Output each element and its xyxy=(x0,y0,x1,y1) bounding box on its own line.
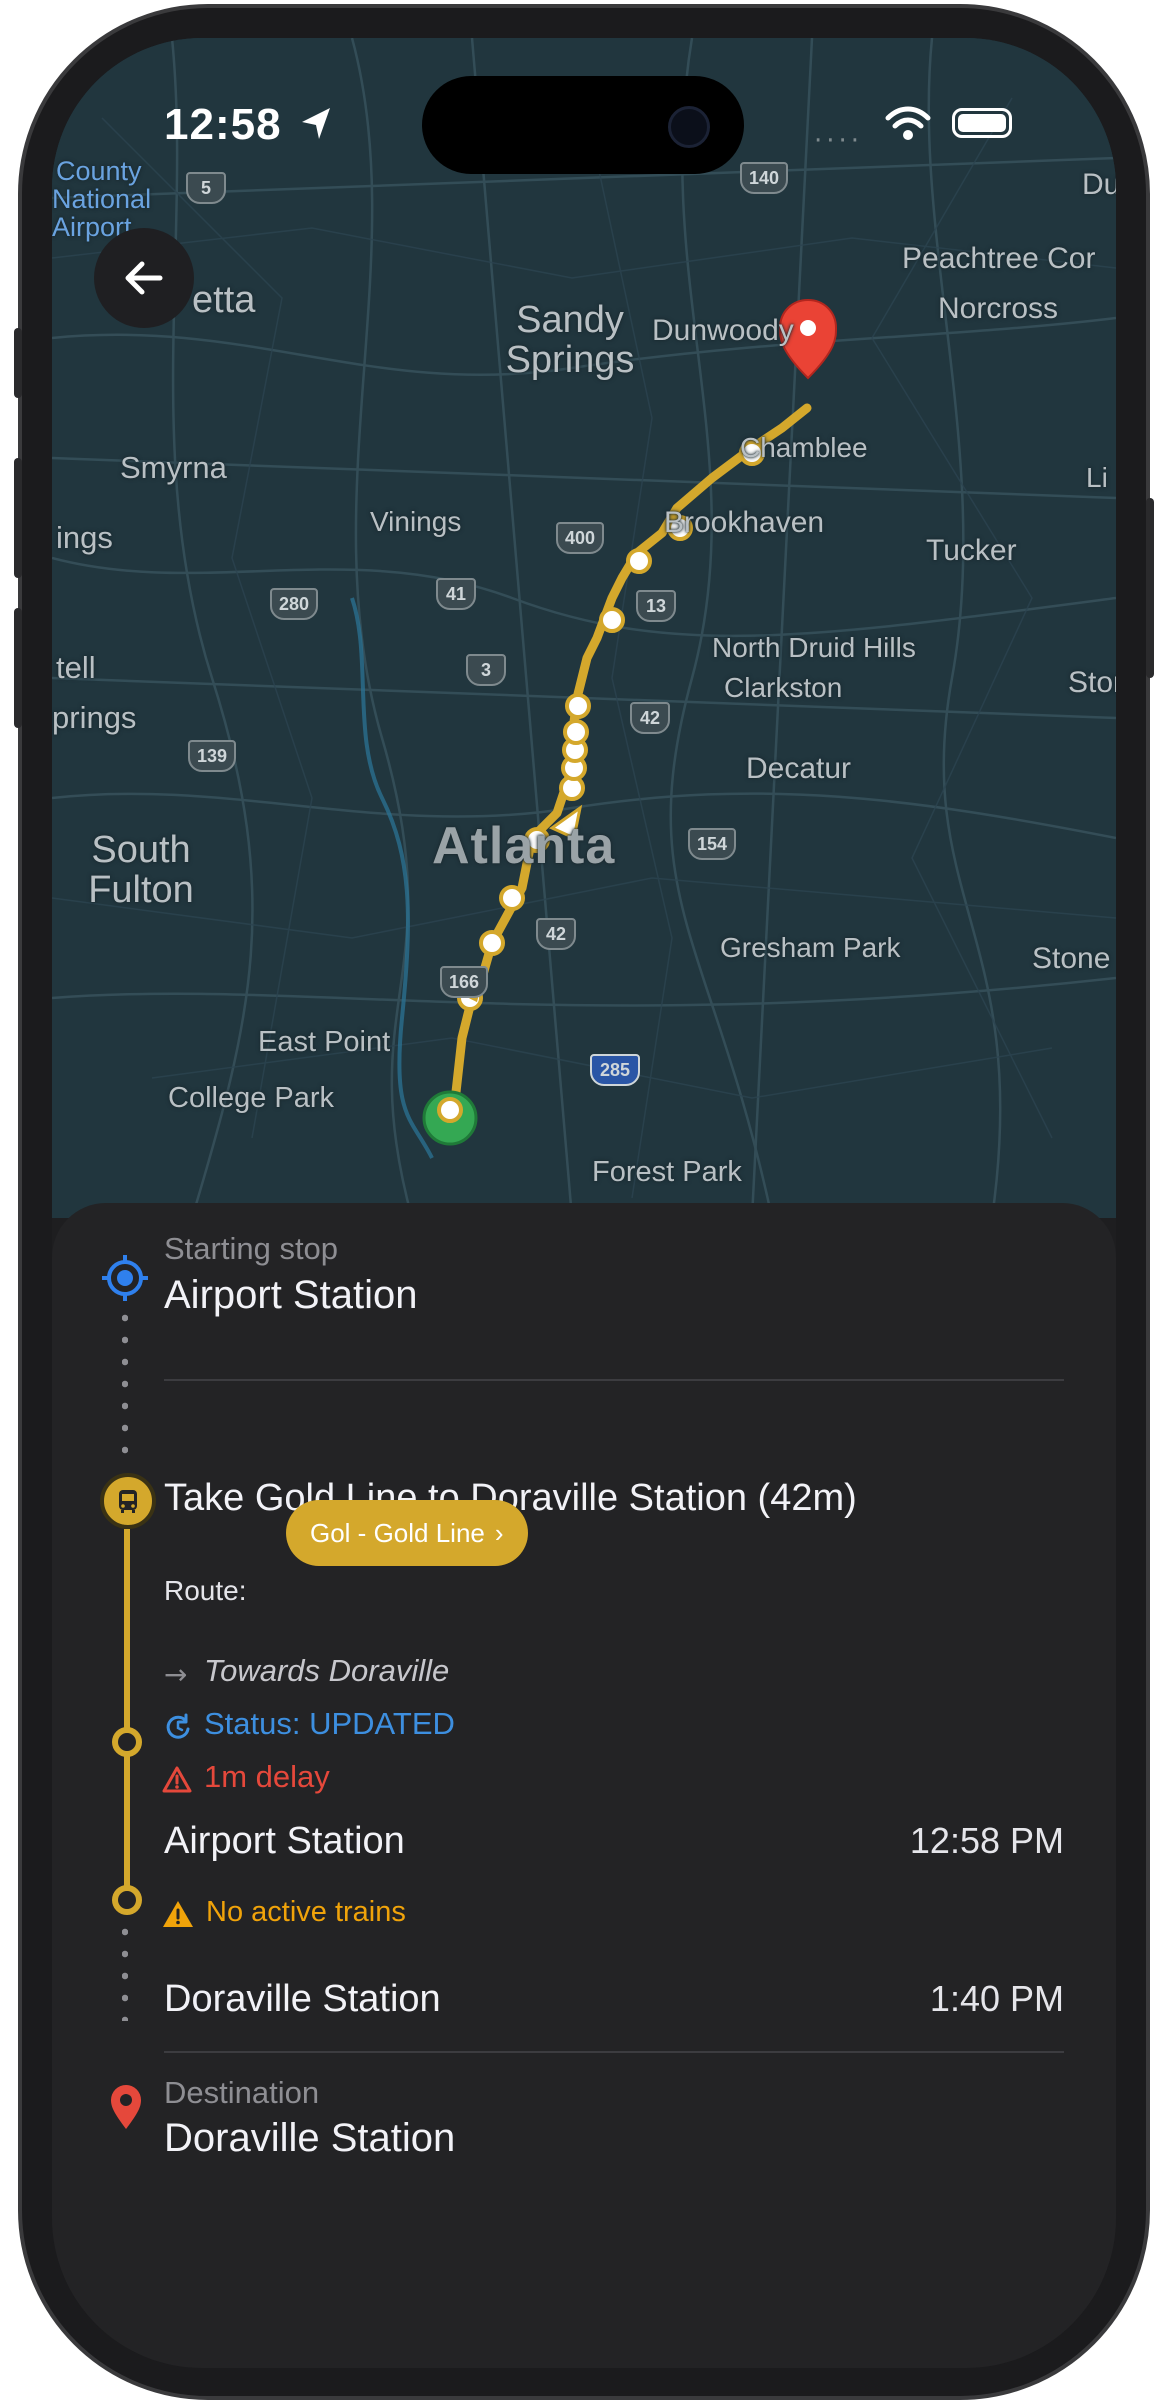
map-label-atlanta: Atlanta xyxy=(432,817,616,875)
highway-shield-166: 166 xyxy=(440,966,488,998)
highway-shield-41: 41 xyxy=(436,578,476,610)
arrow-left-icon xyxy=(125,261,163,295)
map-label-prings: prings xyxy=(52,700,137,735)
highway-shield-42-north: 42 xyxy=(630,702,670,734)
map-label-du: Du xyxy=(1082,168,1116,201)
map-label-stone-1: Stone xyxy=(1068,666,1116,699)
highway-shield-139: 139 xyxy=(188,740,236,772)
delay-text: 1m delay xyxy=(204,1759,330,1794)
map-label-gresham-park: Gresham Park xyxy=(720,932,901,963)
route-pill-label: Gol - Gold Line xyxy=(310,1517,485,1548)
dynamic-island xyxy=(422,76,744,174)
status-time: 12:58 xyxy=(164,100,282,149)
battery-icon xyxy=(952,108,1012,138)
divider-top xyxy=(164,1379,1064,1381)
gold-line-timeline xyxy=(124,1529,130,1909)
bus-icon xyxy=(119,1490,137,1513)
map-view[interactable]: County National Airport etta Sandy Sprin… xyxy=(52,38,1116,1218)
wifi-icon xyxy=(885,106,931,140)
map-label-chamblee: Chamblee xyxy=(740,432,868,463)
towards-direction: Towards Doraville xyxy=(204,1653,450,1688)
stop-time-airport: 12:58 PM xyxy=(909,1820,1064,1861)
no-active-trains-warning: No active trains xyxy=(206,1896,406,1928)
trip-details-sheet: Starting stop Airport Station Take Gold … xyxy=(52,1203,1116,2368)
map-label-brookhaven: Brookhaven xyxy=(664,506,825,539)
back-button[interactable] xyxy=(94,228,194,328)
start-location-icon xyxy=(102,1255,148,1301)
highway-shield-154: 154 xyxy=(688,828,736,860)
map-label-tell: tell xyxy=(56,650,96,685)
map-label-tucker: Tucker xyxy=(926,534,1017,567)
highway-shield-5: 5 xyxy=(186,172,226,204)
cellular-dots-icon: ···· xyxy=(814,126,864,156)
camera-icon xyxy=(668,106,710,148)
chevron-right-icon: › xyxy=(494,1517,504,1548)
destination-pin-icon xyxy=(111,2085,141,2129)
map-label-county: County xyxy=(56,156,142,186)
stop-marker-airport xyxy=(112,1727,142,1757)
highway-shield-3: 3 xyxy=(466,654,506,686)
stop-marker-doraville xyxy=(112,1885,142,1915)
map-label-stone-2: Stone xyxy=(1032,942,1111,975)
map-label-forest-park: Forest Park xyxy=(592,1156,742,1188)
map-label-norcross: Norcross xyxy=(938,292,1059,325)
silent-switch xyxy=(14,328,22,398)
divider-bottom xyxy=(164,2051,1064,2053)
map-label-east-point: East Point xyxy=(258,1026,391,1058)
map-label-north-druid-hills: North Druid Hills xyxy=(712,632,916,663)
map-label-smyrna: Smyrna xyxy=(120,450,227,485)
map-label-etta: etta xyxy=(192,279,256,321)
starting-stop-name: Airport Station xyxy=(164,1273,418,1317)
transit-step-marker xyxy=(100,1473,156,1529)
highway-shield-400: 400 xyxy=(556,522,604,554)
destination-caption: Destination xyxy=(164,2075,320,2110)
refresh-status-icon xyxy=(166,1713,190,1739)
stop-time-doraville: 1:40 PM xyxy=(929,1978,1064,2019)
highway-shield-42-south: 42 xyxy=(536,918,576,950)
stop-name-doraville: Doraville Station xyxy=(164,1978,441,2020)
map-label-decatur: Decatur xyxy=(746,752,852,785)
power-button xyxy=(1146,498,1154,678)
map-label-sandy-springs: Sandy Springs xyxy=(505,299,635,381)
destination-name: Doraville Station xyxy=(164,2116,456,2160)
volume-up-button xyxy=(14,458,22,578)
walk-connector-bottom xyxy=(122,1921,128,2021)
map-label-college-park: College Park xyxy=(168,1082,335,1114)
route-pill-button[interactable]: Gol - Gold Line › xyxy=(286,1500,528,1566)
alert-triangle-icon xyxy=(162,1766,192,1793)
map-label-peachtree-corners: Peachtree Cor xyxy=(902,242,1096,275)
map-label-vinings: Vinings xyxy=(370,506,462,537)
highway-shield-13: 13 xyxy=(636,590,676,622)
map-label-national: National xyxy=(52,184,152,214)
walk-connector-top xyxy=(122,1307,128,1467)
volume-down-button xyxy=(14,608,22,728)
highway-shield-140: 140 xyxy=(740,162,788,194)
map-roads xyxy=(52,38,1116,1218)
map-label-clarkston: Clarkston xyxy=(724,672,843,703)
stop-name-airport: Airport Station xyxy=(164,1820,405,1862)
arrow-right-icon: → xyxy=(164,1658,188,1691)
highway-shield-280: 280 xyxy=(270,588,318,620)
starting-stop-caption: Starting stop xyxy=(164,1231,339,1266)
status-text: Status: UPDATED xyxy=(204,1706,455,1741)
map-label-south-fulton: South Fulton xyxy=(88,829,194,911)
warning-icon xyxy=(163,1901,193,1927)
map-label-ings: ings xyxy=(56,520,113,555)
map-label-li: Li xyxy=(1086,462,1108,493)
interstate-shield-285: 285 xyxy=(590,1054,640,1086)
map-label-dunwoody: Dunwoody xyxy=(652,314,794,347)
location-arrow-icon xyxy=(302,108,330,139)
screen: County National Airport etta Sandy Sprin… xyxy=(52,38,1116,2368)
